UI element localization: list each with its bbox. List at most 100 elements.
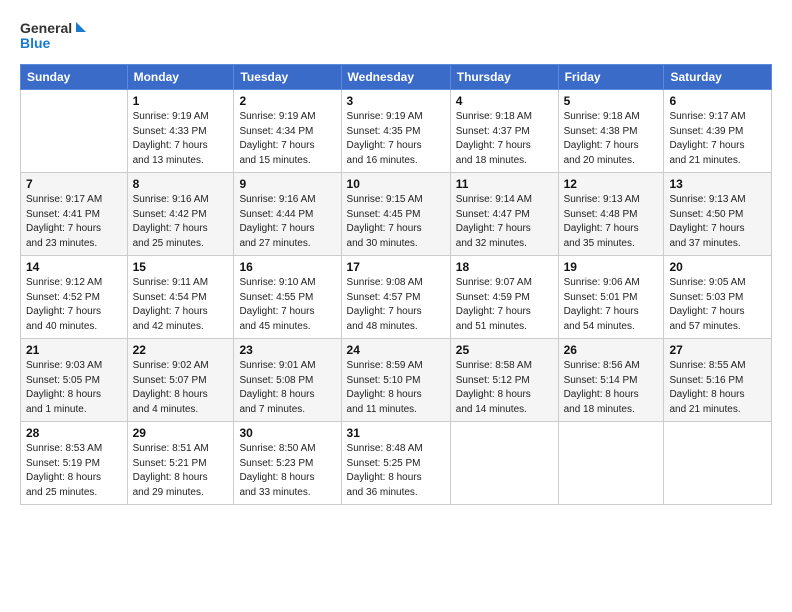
logo: General Blue [20,18,90,54]
day-info: Sunrise: 9:12 AM Sunset: 4:52 PM Dayligh… [26,276,122,334]
weekday-header-row: SundayMondayTuesdayWednesdayThursdayFrid… [21,65,772,90]
day-info: Sunrise: 8:50 AM Sunset: 5:23 PM Dayligh… [239,442,335,500]
calendar-cell [664,422,772,505]
calendar-cell: 6 Sunrise: 9:17 AM Sunset: 4:39 PM Daylig… [664,90,772,173]
calendar-cell: 16Sunrise: 9:10 AM Sunset: 4:55 PM Dayli… [234,256,341,339]
svg-text:Blue: Blue [20,35,51,51]
calendar-cell: 21 Sunrise: 9:03 AM Sunset: 5:05 PM Dayli… [21,339,128,422]
calendar-cell: 20 Sunrise: 9:05 AM Sunset: 5:03 PM Dayli… [664,256,772,339]
day-info: Sunrise: 9:16 AM Sunset: 4:42 PM Dayligh… [133,193,229,251]
day-number: 10 [347,177,445,191]
day-info: Sunrise: 8:56 AM Sunset: 5:14 PM Dayligh… [564,359,659,417]
day-number: 12 [564,177,659,191]
day-number: 7 [26,177,122,191]
day-info: Sunrise: 9:07 AM Sunset: 4:59 PM Dayligh… [456,276,553,334]
calendar-cell: 22 Sunrise: 9:02 AM Sunset: 5:07 PM Dayli… [127,339,234,422]
day-info: Sunrise: 9:06 AM Sunset: 5:01 PM Dayligh… [564,276,659,334]
calendar-cell: 8 Sunrise: 9:16 AM Sunset: 4:42 PM Daylig… [127,173,234,256]
day-info: Sunrise: 9:10 AM Sunset: 4:55 PM Dayligh… [239,276,335,334]
calendar-cell: 24 Sunrise: 8:59 AM Sunset: 5:10 PM Dayli… [341,339,450,422]
day-info: Sunrise: 9:16 AM Sunset: 4:44 PM Dayligh… [239,193,335,251]
day-number: 22 [133,343,229,357]
day-info: Sunrise: 9:13 AM Sunset: 4:48 PM Dayligh… [564,193,659,251]
day-number: 21 [26,343,122,357]
day-info: Sunrise: 9:19 AM Sunset: 4:35 PM Dayligh… [347,110,445,168]
calendar-cell: 12 Sunrise: 9:13 AM Sunset: 4:48 PM Dayli… [558,173,664,256]
day-number: 6 [669,94,766,108]
day-info: Sunrise: 9:02 AM Sunset: 5:07 PM Dayligh… [133,359,229,417]
day-number: 15 [133,260,229,274]
day-number: 18 [456,260,553,274]
day-number: 4 [456,94,553,108]
svg-text:General: General [20,20,72,36]
day-number: 30 [239,426,335,440]
day-number: 11 [456,177,553,191]
day-number: 25 [456,343,553,357]
day-info: Sunrise: 8:48 AM Sunset: 5:25 PM Dayligh… [347,442,445,500]
day-number: 17 [347,260,445,274]
day-number: 1 [133,94,229,108]
day-number: 3 [347,94,445,108]
day-info: Sunrise: 9:05 AM Sunset: 5:03 PM Dayligh… [669,276,766,334]
calendar-cell: 23 Sunrise: 9:01 AM Sunset: 5:08 PM Dayli… [234,339,341,422]
day-info: Sunrise: 9:17 AM Sunset: 4:39 PM Dayligh… [669,110,766,168]
day-number: 29 [133,426,229,440]
weekday-header: Saturday [664,65,772,90]
day-info: Sunrise: 9:03 AM Sunset: 5:05 PM Dayligh… [26,359,122,417]
calendar-cell: 18 Sunrise: 9:07 AM Sunset: 4:59 PM Dayli… [450,256,558,339]
page-header: General Blue [20,18,772,54]
calendar-cell: 17Sunrise: 9:08 AM Sunset: 4:57 PM Dayli… [341,256,450,339]
day-info: Sunrise: 9:18 AM Sunset: 4:38 PM Dayligh… [564,110,659,168]
day-info: Sunrise: 9:19 AM Sunset: 4:34 PM Dayligh… [239,110,335,168]
calendar-cell: 15 Sunrise: 9:11 AM Sunset: 4:54 PM Dayli… [127,256,234,339]
calendar-cell: 5 Sunrise: 9:18 AM Sunset: 4:38 PM Daylig… [558,90,664,173]
calendar-week-row: 14 Sunrise: 9:12 AM Sunset: 4:52 PM Dayli… [21,256,772,339]
calendar-cell: 3 Sunrise: 9:19 AM Sunset: 4:35 PM Daylig… [341,90,450,173]
day-info: Sunrise: 8:59 AM Sunset: 5:10 PM Dayligh… [347,359,445,417]
day-number: 24 [347,343,445,357]
day-number: 27 [669,343,766,357]
day-number: 13 [669,177,766,191]
calendar-cell: 11 Sunrise: 9:14 AM Sunset: 4:47 PM Dayli… [450,173,558,256]
calendar-table: SundayMondayTuesdayWednesdayThursdayFrid… [20,64,772,505]
day-number: 26 [564,343,659,357]
weekday-header: Thursday [450,65,558,90]
calendar-cell: 26 Sunrise: 8:56 AM Sunset: 5:14 PM Dayli… [558,339,664,422]
calendar-cell: 14 Sunrise: 9:12 AM Sunset: 4:52 PM Dayli… [21,256,128,339]
day-number: 2 [239,94,335,108]
calendar-cell: 31Sunrise: 8:48 AM Sunset: 5:25 PM Dayli… [341,422,450,505]
calendar-cell: 7 Sunrise: 9:17 AM Sunset: 4:41 PM Daylig… [21,173,128,256]
day-number: 28 [26,426,122,440]
day-info: Sunrise: 9:14 AM Sunset: 4:47 PM Dayligh… [456,193,553,251]
day-info: Sunrise: 9:13 AM Sunset: 4:50 PM Dayligh… [669,193,766,251]
calendar-cell: 27 Sunrise: 8:55 AM Sunset: 5:16 PM Dayli… [664,339,772,422]
calendar-cell: 2 Sunrise: 9:19 AM Sunset: 4:34 PM Daylig… [234,90,341,173]
weekday-header: Friday [558,65,664,90]
day-number: 14 [26,260,122,274]
day-info: Sunrise: 8:55 AM Sunset: 5:16 PM Dayligh… [669,359,766,417]
day-info: Sunrise: 8:53 AM Sunset: 5:19 PM Dayligh… [26,442,122,500]
day-number: 20 [669,260,766,274]
weekday-header: Monday [127,65,234,90]
weekday-header: Wednesday [341,65,450,90]
day-info: Sunrise: 9:11 AM Sunset: 4:54 PM Dayligh… [133,276,229,334]
day-number: 9 [239,177,335,191]
day-info: Sunrise: 8:58 AM Sunset: 5:12 PM Dayligh… [456,359,553,417]
day-info: Sunrise: 9:17 AM Sunset: 4:41 PM Dayligh… [26,193,122,251]
day-number: 23 [239,343,335,357]
day-number: 5 [564,94,659,108]
day-number: 8 [133,177,229,191]
day-number: 19 [564,260,659,274]
day-info: Sunrise: 8:51 AM Sunset: 5:21 PM Dayligh… [133,442,229,500]
day-info: Sunrise: 9:01 AM Sunset: 5:08 PM Dayligh… [239,359,335,417]
day-info: Sunrise: 9:15 AM Sunset: 4:45 PM Dayligh… [347,193,445,251]
calendar-cell [21,90,128,173]
calendar-cell [450,422,558,505]
calendar-cell: 30 Sunrise: 8:50 AM Sunset: 5:23 PM Dayli… [234,422,341,505]
calendar-cell: 4Sunrise: 9:18 AM Sunset: 4:37 PM Daylig… [450,90,558,173]
calendar-cell: 13 Sunrise: 9:13 AM Sunset: 4:50 PM Dayli… [664,173,772,256]
weekday-header: Sunday [21,65,128,90]
calendar-week-row: 28 Sunrise: 8:53 AM Sunset: 5:19 PM Dayli… [21,422,772,505]
calendar-week-row: 7 Sunrise: 9:17 AM Sunset: 4:41 PM Daylig… [21,173,772,256]
calendar-cell: 19 Sunrise: 9:06 AM Sunset: 5:01 PM Dayli… [558,256,664,339]
